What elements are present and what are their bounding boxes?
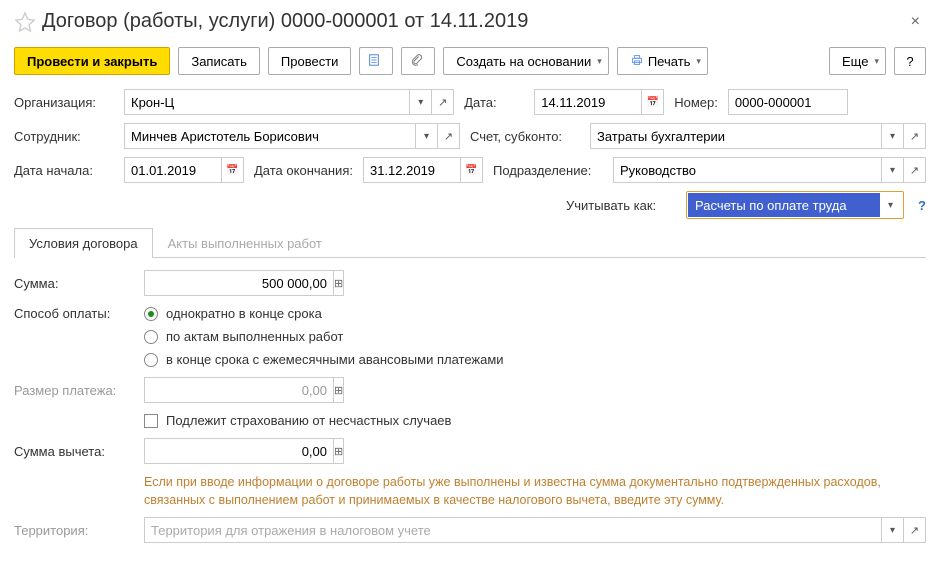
end-date-label: Дата окончания: bbox=[254, 163, 353, 178]
print-button[interactable]: Печать bbox=[617, 47, 708, 75]
radio-icon bbox=[144, 330, 158, 344]
post-button[interactable]: Провести bbox=[268, 47, 352, 75]
report-icon-button[interactable] bbox=[359, 47, 393, 75]
favorite-star-icon[interactable] bbox=[14, 11, 36, 33]
calculator-icon: ⊞ bbox=[334, 377, 344, 403]
document-icon bbox=[367, 53, 381, 70]
account-label: Счет, субконто: bbox=[470, 129, 562, 144]
open-icon[interactable]: ↗ bbox=[904, 157, 926, 183]
department-input[interactable] bbox=[613, 157, 882, 183]
radio-icon bbox=[144, 307, 158, 321]
sum-input[interactable] bbox=[144, 270, 334, 296]
radio-icon bbox=[144, 353, 158, 367]
calculator-icon[interactable]: ⊞ bbox=[334, 270, 344, 296]
create-based-on-button[interactable]: Создать на основании bbox=[443, 47, 608, 75]
open-icon[interactable]: ↗ bbox=[438, 123, 460, 149]
pay-option-acts[interactable]: по актам выполненных работ bbox=[144, 329, 504, 344]
paperclip-icon bbox=[409, 53, 423, 70]
pay-method-label: Способ оплаты: bbox=[14, 306, 110, 321]
start-date-label: Дата начала: bbox=[14, 163, 93, 178]
payment-size-input bbox=[144, 377, 334, 403]
calendar-icon[interactable]: 📅 bbox=[222, 157, 244, 183]
dropdown-icon[interactable]: ▾ bbox=[882, 517, 904, 543]
territory-label: Территория: bbox=[14, 523, 88, 538]
deduction-label: Сумма вычета: bbox=[14, 444, 105, 459]
calendar-icon[interactable]: 📅 bbox=[642, 89, 664, 115]
payment-size-label: Размер платежа: bbox=[14, 383, 116, 398]
employee-input[interactable] bbox=[124, 123, 416, 149]
pay-option-once[interactable]: однократно в конце срока bbox=[144, 306, 504, 321]
number-input[interactable] bbox=[728, 89, 848, 115]
date-label: Дата: bbox=[464, 95, 496, 110]
page-title: Договор (работы, услуги) 0000-000001 от … bbox=[42, 10, 905, 33]
territory-input[interactable] bbox=[144, 517, 882, 543]
sum-label: Сумма: bbox=[14, 276, 58, 291]
pay-option-advance[interactable]: в конце срока с ежемесячными авансовыми … bbox=[144, 352, 504, 367]
attach-icon-button[interactable] bbox=[401, 47, 435, 75]
calculator-icon[interactable]: ⊞ bbox=[334, 438, 344, 464]
organization-label: Организация: bbox=[14, 95, 96, 110]
dropdown-icon[interactable]: ▾ bbox=[880, 193, 902, 217]
start-date-input[interactable] bbox=[124, 157, 222, 183]
open-icon[interactable]: ↗ bbox=[904, 123, 926, 149]
more-button[interactable]: Еще bbox=[829, 47, 886, 75]
treat-as-label: Учитывать как: bbox=[566, 198, 656, 213]
help-icon[interactable]: ? bbox=[918, 198, 926, 213]
employee-label: Сотрудник: bbox=[14, 129, 81, 144]
date-input[interactable] bbox=[534, 89, 642, 115]
treat-as-input[interactable] bbox=[688, 193, 880, 217]
close-button[interactable]: × bbox=[905, 11, 926, 33]
dropdown-icon[interactable]: ▾ bbox=[882, 123, 904, 149]
tab-conditions[interactable]: Условия договора bbox=[14, 228, 153, 258]
number-label: Номер: bbox=[674, 95, 718, 110]
open-icon[interactable]: ↗ bbox=[904, 517, 926, 543]
department-label: Подразделение: bbox=[493, 163, 591, 178]
organization-input[interactable] bbox=[124, 89, 410, 115]
dropdown-icon[interactable]: ▾ bbox=[410, 89, 432, 115]
insurance-checkbox-row[interactable]: Подлежит страхованию от несчастных случа… bbox=[144, 413, 451, 428]
printer-icon bbox=[630, 53, 644, 70]
tab-acts[interactable]: Акты выполненных работ bbox=[153, 228, 337, 258]
open-icon[interactable]: ↗ bbox=[432, 89, 454, 115]
post-and-close-button[interactable]: Провести и закрыть bbox=[14, 47, 170, 75]
deduction-hint: Если при вводе информации о договоре раб… bbox=[144, 474, 926, 509]
dropdown-icon[interactable]: ▾ bbox=[416, 123, 438, 149]
calendar-icon[interactable]: 📅 bbox=[461, 157, 483, 183]
help-button[interactable]: ? bbox=[894, 47, 926, 75]
dropdown-icon[interactable]: ▾ bbox=[882, 157, 904, 183]
end-date-input[interactable] bbox=[363, 157, 461, 183]
checkbox-icon bbox=[144, 414, 158, 428]
save-button[interactable]: Записать bbox=[178, 47, 260, 75]
deduction-input[interactable] bbox=[144, 438, 334, 464]
account-input[interactable] bbox=[590, 123, 882, 149]
